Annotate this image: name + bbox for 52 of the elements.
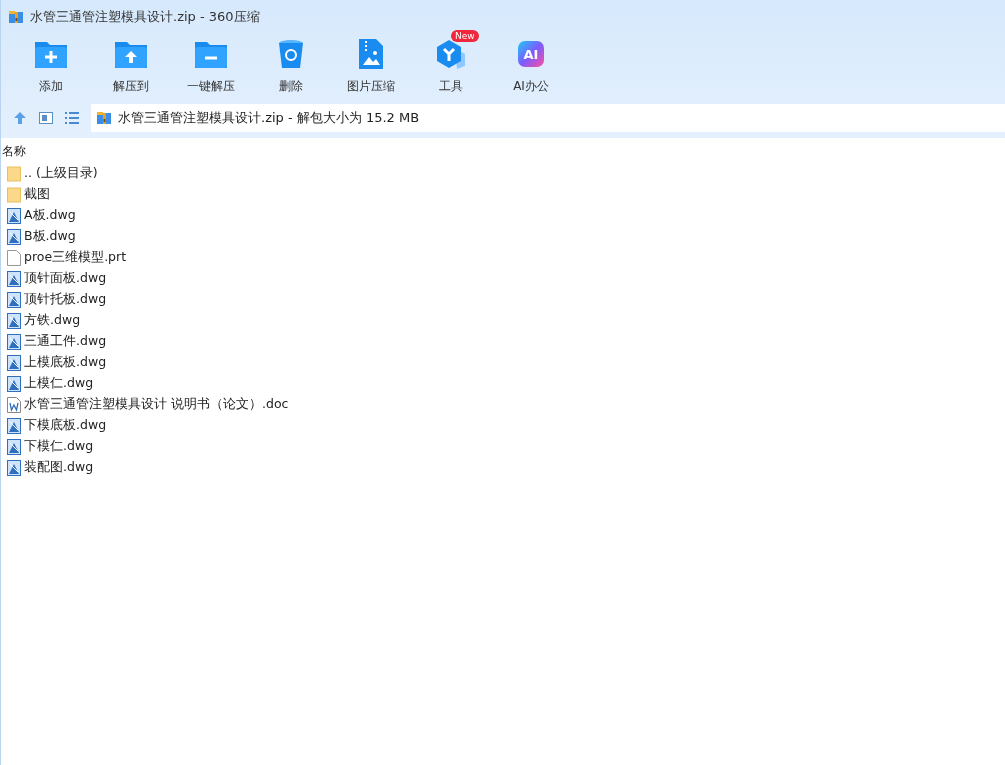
folder-icon xyxy=(194,39,228,69)
file-name[interactable]: 顶针面板.dwg xyxy=(24,270,107,287)
drawing-file-icon xyxy=(7,333,21,350)
file-name[interactable]: 下模仁.dwg xyxy=(24,438,94,455)
archive-icon xyxy=(8,9,24,25)
file-name[interactable]: 水管三通管注塑模具设计 说明书（论文）.doc xyxy=(24,396,289,413)
file-name[interactable]: 下模底板.dwg xyxy=(24,417,107,434)
drawing-file-icon xyxy=(7,417,21,434)
drawing-file-icon xyxy=(7,291,21,308)
new-badge: New xyxy=(451,30,479,42)
drawing-file-icon xyxy=(7,354,21,371)
archive-icon xyxy=(96,110,112,126)
file-name[interactable]: proe三维模型.prt xyxy=(24,249,127,266)
window-title: 水管三通管注塑模具设计.zip - 360压缩 xyxy=(30,8,260,26)
recycle-bin-icon xyxy=(278,39,304,69)
file-name[interactable]: 三通工件.dwg xyxy=(24,333,107,350)
toolbar-button[interactable]: 图片压缩 xyxy=(331,34,411,104)
file-name[interactable]: 装配图.dwg xyxy=(24,459,94,476)
toolbar-button[interactable]: 删除 xyxy=(251,34,331,104)
drawing-file-icon xyxy=(7,207,21,224)
toolbar-button[interactable]: 一键解压 xyxy=(171,34,251,104)
folder-icon xyxy=(114,39,148,69)
up-arrow-icon[interactable] xyxy=(13,111,27,125)
drawing-file-icon xyxy=(7,270,21,287)
image-file-icon xyxy=(358,38,384,70)
drawing-file-icon xyxy=(7,312,21,329)
drawing-file-icon xyxy=(7,459,21,476)
folder-icon xyxy=(34,39,68,69)
file-name[interactable]: .. (上级目录) xyxy=(24,165,98,182)
column-header[interactable]: 名称 xyxy=(1,138,1005,163)
folder-icon xyxy=(7,165,21,182)
file-name[interactable]: 上模仁.dwg xyxy=(24,375,94,392)
address-bar[interactable]: 水管三通管注塑模具设计.zip - 解包大小为 15.2 MB xyxy=(91,104,1005,132)
word-document-icon xyxy=(7,396,21,413)
toolbar-button[interactable]: AI AI办公 xyxy=(491,34,571,104)
folder-icon xyxy=(7,186,21,203)
file-name[interactable]: A板.dwg xyxy=(24,207,76,224)
thumbnail-view-icon[interactable] xyxy=(39,112,53,124)
file-name[interactable]: B板.dwg xyxy=(24,228,76,245)
blank-file-icon xyxy=(7,249,21,266)
drawing-file-icon xyxy=(7,375,21,392)
file-name[interactable]: 上模底板.dwg xyxy=(24,354,107,371)
toolbar-button[interactable]: 解压到 xyxy=(91,34,171,104)
drawing-file-icon xyxy=(7,438,21,455)
drawing-file-icon xyxy=(7,228,21,245)
toolbar-button[interactable]: 添加 xyxy=(11,34,91,104)
file-name[interactable]: 顶针托板.dwg xyxy=(24,291,107,308)
hexagon-icon xyxy=(435,38,467,70)
list-view-icon[interactable] xyxy=(65,112,79,124)
file-name[interactable]: 方铁.dwg xyxy=(24,312,81,329)
file-name[interactable]: 截图 xyxy=(24,186,50,203)
ai-icon: AI xyxy=(518,41,544,67)
